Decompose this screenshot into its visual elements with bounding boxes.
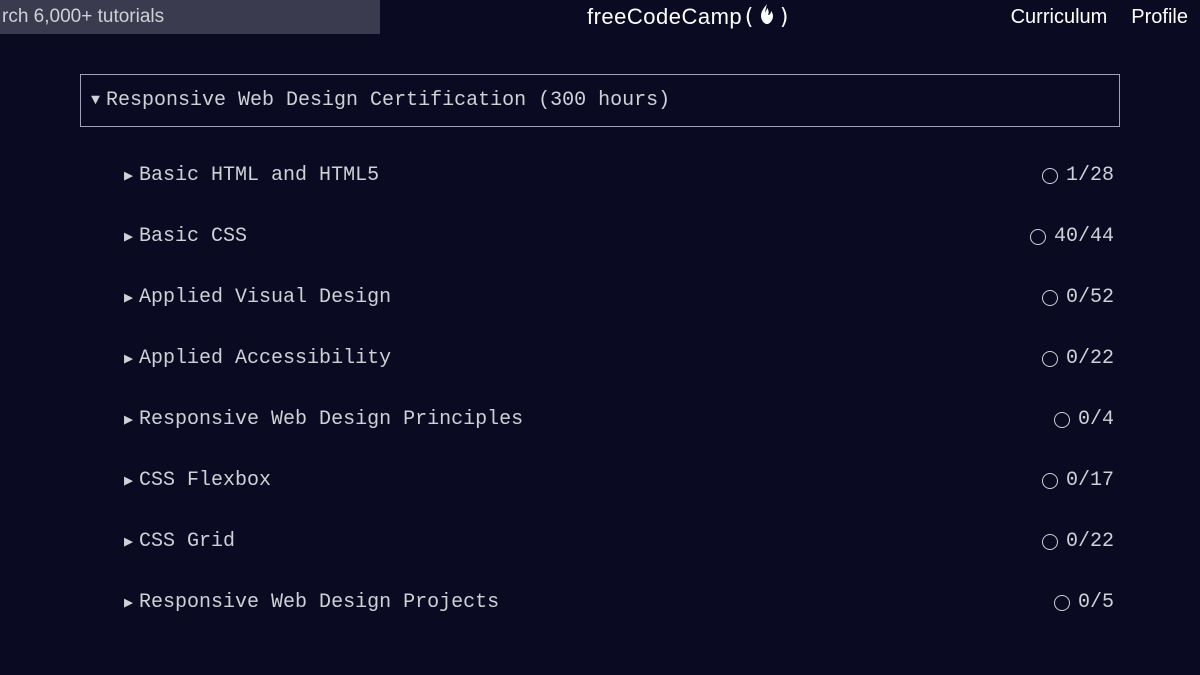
- module-left: ▶ Basic CSS: [124, 225, 247, 248]
- caret-right-icon: ▶: [124, 471, 133, 490]
- module-name: Basic CSS: [139, 225, 247, 248]
- module-left: ▶ Basic HTML and HTML5: [124, 164, 379, 187]
- module-right: 0/22: [1042, 347, 1114, 370]
- caret-right-icon: ▶: [124, 593, 133, 612]
- search-input[interactable]: [0, 6, 380, 28]
- module-row[interactable]: ▶ Applied Visual Design 0/52: [124, 267, 1120, 328]
- brand-text: freeCodeCamp: [587, 4, 742, 30]
- module-left: ▶ Responsive Web Design Principles: [124, 408, 523, 431]
- module-list: ▶ Basic HTML and HTML5 1/28 ▶ Basic CSS …: [80, 127, 1120, 633]
- progress-circle-icon: [1054, 595, 1070, 611]
- module-left: ▶ Responsive Web Design Projects: [124, 591, 499, 614]
- module-row[interactable]: ▶ Basic CSS 40/44: [124, 206, 1120, 267]
- module-right: 40/44: [1030, 225, 1114, 248]
- module-row[interactable]: ▶ Basic HTML and HTML5 1/28: [124, 145, 1120, 206]
- module-progress: 40/44: [1054, 225, 1114, 248]
- caret-right-icon: ▶: [124, 288, 133, 307]
- module-left: ▶ CSS Grid: [124, 530, 235, 553]
- module-row[interactable]: ▶ Responsive Web Design Principles 0/4: [124, 389, 1120, 450]
- module-name: Applied Accessibility: [139, 347, 391, 370]
- module-left: ▶ Applied Visual Design: [124, 286, 391, 309]
- brand-logo[interactable]: freeCodeCamp ( ): [380, 0, 999, 34]
- module-left: ▶ CSS Flexbox: [124, 469, 271, 492]
- certification-header[interactable]: ▼ Responsive Web Design Certification (3…: [80, 74, 1120, 127]
- module-row[interactable]: ▶ Responsive Web Design Projects 0/5: [124, 572, 1120, 633]
- certification-title: Responsive Web Design Certification (300…: [106, 89, 670, 112]
- module-name: CSS Flexbox: [139, 469, 271, 492]
- nav-curriculum[interactable]: Curriculum: [999, 0, 1120, 34]
- module-name: Basic HTML and HTML5: [139, 164, 379, 187]
- module-right: 0/22: [1042, 530, 1114, 553]
- progress-circle-icon: [1042, 168, 1058, 184]
- module-row[interactable]: ▶ CSS Flexbox 0/17: [124, 450, 1120, 511]
- brand-paren-close: ): [778, 5, 792, 30]
- caret-down-icon: ▼: [91, 92, 100, 109]
- module-right: 0/4: [1054, 408, 1114, 431]
- progress-circle-icon: [1030, 229, 1046, 245]
- module-right: 0/52: [1042, 286, 1114, 309]
- caret-right-icon: ▶: [124, 349, 133, 368]
- module-name: Responsive Web Design Projects: [139, 591, 499, 614]
- module-left: ▶ Applied Accessibility: [124, 347, 391, 370]
- progress-circle-icon: [1042, 534, 1058, 550]
- module-right: 1/28: [1042, 164, 1114, 187]
- caret-right-icon: ▶: [124, 166, 133, 185]
- caret-right-icon: ▶: [124, 410, 133, 429]
- nav-profile[interactable]: Profile: [1119, 0, 1200, 34]
- content-area: ▼ Responsive Web Design Certification (3…: [0, 34, 1200, 633]
- module-progress: 0/4: [1078, 408, 1114, 431]
- module-name: Responsive Web Design Principles: [139, 408, 523, 431]
- top-nav: Curriculum Profile: [999, 0, 1200, 34]
- progress-circle-icon: [1042, 473, 1058, 489]
- progress-circle-icon: [1042, 290, 1058, 306]
- search-container: [0, 0, 380, 34]
- progress-circle-icon: [1054, 412, 1070, 428]
- module-progress: 0/17: [1066, 469, 1114, 492]
- module-progress: 0/22: [1066, 347, 1114, 370]
- module-progress: 0/5: [1078, 591, 1114, 614]
- brand-paren-open: (: [742, 5, 756, 30]
- module-name: CSS Grid: [139, 530, 235, 553]
- module-progress: 1/28: [1066, 164, 1114, 187]
- module-progress: 0/22: [1066, 530, 1114, 553]
- top-bar: freeCodeCamp ( ) Curriculum Profile: [0, 0, 1200, 34]
- caret-right-icon: ▶: [124, 227, 133, 246]
- module-name: Applied Visual Design: [139, 286, 391, 309]
- module-progress: 0/52: [1066, 286, 1114, 309]
- caret-right-icon: ▶: [124, 532, 133, 551]
- module-right: 0/5: [1054, 591, 1114, 614]
- module-row[interactable]: ▶ CSS Grid 0/22: [124, 511, 1120, 572]
- module-right: 0/17: [1042, 469, 1114, 492]
- progress-circle-icon: [1042, 351, 1058, 367]
- module-row[interactable]: ▶ Applied Accessibility 0/22: [124, 328, 1120, 389]
- flame-icon: [759, 4, 775, 30]
